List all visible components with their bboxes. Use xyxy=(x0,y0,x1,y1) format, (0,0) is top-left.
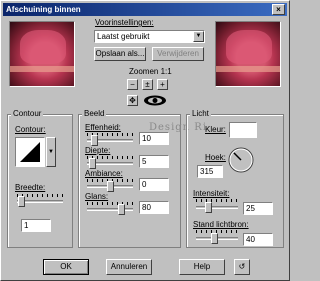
chevron-down-icon[interactable]: ▼ xyxy=(193,31,204,42)
title-bar: Afschuining binnen × xyxy=(3,3,287,16)
preview-after xyxy=(215,21,281,87)
beeld-group-title: Beeld xyxy=(82,109,107,118)
close-button[interactable]: × xyxy=(272,4,285,15)
beeld-slider-thumb[interactable] xyxy=(90,135,98,146)
preview-before xyxy=(9,21,75,87)
width-slider-thumb[interactable] xyxy=(17,196,25,207)
presets-selected: Laatst gebruikt xyxy=(97,32,150,41)
width-label: Breedte: xyxy=(15,183,46,192)
delete-button[interactable]: Verwijderen xyxy=(152,47,204,61)
light-color-swatch[interactable] xyxy=(229,122,257,138)
window-title: Afschuining binnen xyxy=(6,5,81,14)
elevation-input[interactable]: 40 xyxy=(243,233,273,246)
zoom-label: Zoomen 1:1 xyxy=(129,67,172,76)
beeld-value-input[interactable]: 5 xyxy=(139,155,169,168)
beeld-value-input[interactable]: 0 xyxy=(139,178,169,191)
beeld-value-input[interactable]: 80 xyxy=(139,201,169,214)
reset-icon[interactable]: ↺ xyxy=(234,259,250,275)
angle-input[interactable]: 315 xyxy=(197,165,223,178)
zoom-out-icon[interactable]: − xyxy=(127,79,138,90)
eye-icon[interactable] xyxy=(142,93,168,108)
contour-group-title: Contour xyxy=(11,109,44,118)
pan-icon[interactable]: ✥ xyxy=(127,95,138,106)
cancel-button[interactable]: Annuleren xyxy=(106,259,152,275)
beeld-value-input[interactable]: 10 xyxy=(139,132,169,145)
light-color-label: Kleur: xyxy=(205,125,226,134)
elevation-slider-thumb[interactable] xyxy=(211,233,219,244)
intensity-label: Intensiteit: xyxy=(193,189,230,198)
beeld-label: Effenheid: xyxy=(85,123,121,132)
contour-label: Contour: xyxy=(15,125,46,134)
beeld-slider-thumb[interactable] xyxy=(106,181,114,192)
width-input[interactable]: 1 xyxy=(21,219,51,232)
intensity-slider-thumb[interactable] xyxy=(204,202,212,213)
licht-group-title: Licht xyxy=(190,109,211,118)
presets-dropdown[interactable]: Laatst gebruikt ▼ xyxy=(94,30,205,43)
elevation-label: Stand lichtbron: xyxy=(193,220,249,229)
save-as-button[interactable]: Opslaan als... xyxy=(94,47,146,61)
bevel-dialog: Afschuining binnen × Voorinstellingen: L… xyxy=(0,0,290,281)
help-button[interactable]: Help xyxy=(179,259,225,275)
angle-label: Hoek: xyxy=(205,153,226,162)
contour-curve-icon xyxy=(20,142,40,162)
beeld-label: Diepte: xyxy=(85,146,111,155)
beeld-slider-thumb[interactable] xyxy=(88,158,96,169)
beeld-label: Ambiance: xyxy=(85,169,123,178)
intensity-input[interactable]: 25 xyxy=(243,202,273,215)
beeld-slider-track[interactable] xyxy=(87,208,133,211)
ok-button[interactable]: OK xyxy=(43,259,89,275)
contour-preview[interactable] xyxy=(15,137,45,167)
zoom-actual-icon[interactable]: ± xyxy=(142,79,153,90)
zoom-in-icon[interactable]: + xyxy=(157,79,168,90)
presets-label: Voorinstellingen: xyxy=(95,18,154,27)
beeld-label: Glans: xyxy=(85,192,109,201)
angle-dial[interactable] xyxy=(227,146,255,174)
intensity-slider-track[interactable] xyxy=(196,206,238,209)
beeld-slider-thumb[interactable] xyxy=(118,204,126,215)
contour-dropdown-button[interactable]: ▼ xyxy=(46,137,56,167)
